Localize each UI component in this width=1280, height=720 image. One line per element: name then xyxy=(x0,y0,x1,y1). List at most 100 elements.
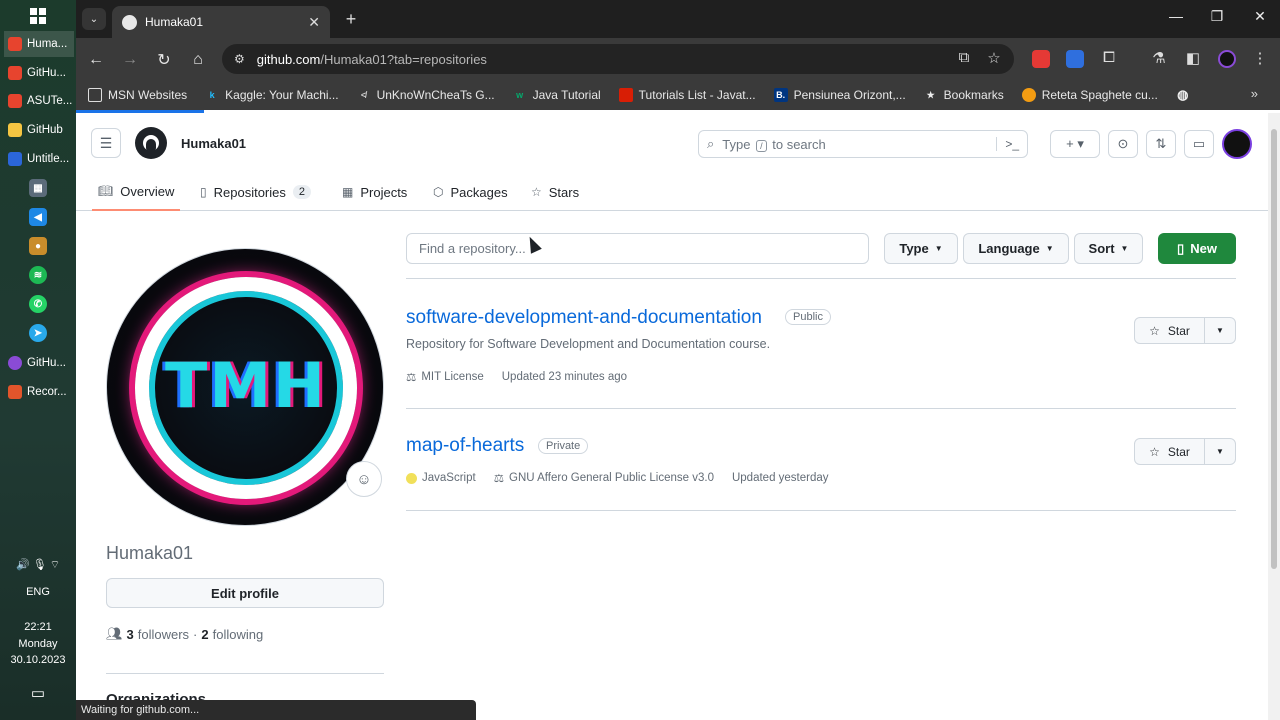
browser-tab[interactable]: Humaka01 ✕ xyxy=(112,6,330,38)
calculator-icon[interactable]: ▦ xyxy=(29,179,47,197)
forward-button[interactable]: → xyxy=(119,49,141,71)
reload-button[interactable]: ↻ xyxy=(153,49,175,71)
repo-name-link[interactable]: software-development-and-documentation xyxy=(406,307,762,329)
tab-label: Repositories xyxy=(213,184,286,200)
scrollbar-thumb[interactable] xyxy=(1271,129,1277,569)
profile-avatar-image[interactable]: TMH xyxy=(106,248,384,526)
clock-time[interactable]: 22:21 xyxy=(0,621,76,633)
package-icon: ⬡ xyxy=(433,185,444,199)
tab-stars[interactable]: ☆ Stars xyxy=(531,173,579,211)
tab-overview[interactable]: 📖︎ Overview xyxy=(92,173,181,211)
taskbar-item-recorder[interactable]: Recor... xyxy=(4,379,74,405)
star-label: Star xyxy=(1167,323,1190,338)
profile-username: Humaka01 xyxy=(106,543,194,563)
set-status-smiley-icon[interactable]: ☺ xyxy=(346,461,382,497)
language-filter-button[interactable]: Language ▼ xyxy=(963,233,1069,264)
taskbar-item-github-folder[interactable]: GitHub xyxy=(4,117,74,143)
find-repository-input[interactable]: Find a repository... xyxy=(406,233,869,264)
taskbar-item-github-desktop[interactable]: GitHu... xyxy=(4,350,74,376)
bookmark-bookmarks[interactable]: ★ Bookmarks xyxy=(924,88,1004,102)
bookmark-java-tutorial[interactable]: w Java Tutorial xyxy=(513,88,601,102)
labs-flask-icon[interactable]: ⚗ xyxy=(1149,49,1169,67)
site-info-icon[interactable]: ⚙ xyxy=(234,52,245,66)
command-palette-icon[interactable]: >_ xyxy=(996,137,1019,151)
followers-count[interactable]: 3 xyxy=(127,627,134,642)
tab-projects[interactable]: ▦ Projects xyxy=(342,173,407,211)
bookmarks-overflow-icon[interactable]: » xyxy=(1251,86,1258,101)
new-tab-button[interactable]: + xyxy=(340,8,362,30)
vscode-icon[interactable]: ◀ xyxy=(29,208,47,226)
github-logo-icon[interactable] xyxy=(135,127,167,159)
taskbar-item-asutech[interactable]: ASUTe... xyxy=(4,88,74,114)
tab-repositories[interactable]: ▯ Repositories 2 xyxy=(200,173,311,211)
bookmark-unknowncheats[interactable]: ≮ UnKnoWnCheaTs G... xyxy=(357,88,495,102)
inbox-icon[interactable]: ▭ xyxy=(1184,130,1214,158)
github-page: ☰ Humaka01 ⌕ Type / to search >_ + ▾ ⊙ ⇅… xyxy=(76,113,1268,720)
people-icon: 👥︎ xyxy=(106,626,123,641)
side-panel-icon[interactable]: ◧ xyxy=(1183,49,1203,67)
create-new-button[interactable]: + ▾ xyxy=(1050,130,1100,158)
following-link[interactable]: following xyxy=(213,627,264,642)
bookmark-reteta[interactable]: Reteta Spaghete cu... xyxy=(1021,88,1158,102)
language-indicator[interactable]: ENG xyxy=(0,586,76,598)
hamburger-menu-icon[interactable]: ☰ xyxy=(91,128,121,158)
star-button[interactable]: ☆ Star xyxy=(1135,318,1205,343)
following-count[interactable]: 2 xyxy=(201,627,208,642)
bookmark-pensiunea[interactable]: B. Pensiunea Orizont,... xyxy=(773,88,906,102)
extension-adblock-icon[interactable] xyxy=(1032,50,1050,68)
repo-name-link[interactable]: map-of-hearts xyxy=(406,435,524,457)
back-button[interactable]: ← xyxy=(85,49,107,71)
tab-label: Projects xyxy=(360,184,408,200)
spotify-icon[interactable]: ≋ xyxy=(29,266,47,284)
type-filter-button[interactable]: Type ▼ xyxy=(884,233,958,264)
user-avatar[interactable] xyxy=(1222,129,1252,159)
new-repository-button[interactable]: ▯ New xyxy=(1158,233,1236,264)
issues-icon[interactable]: ⊙ xyxy=(1108,130,1138,158)
maximize-button[interactable]: ❐ xyxy=(1207,8,1227,25)
minimize-button[interactable]: — xyxy=(1166,8,1186,24)
menu-kebab-icon[interactable]: ⋮ xyxy=(1250,49,1270,67)
chrome-icon xyxy=(8,66,22,80)
filter-label: Language xyxy=(978,241,1040,256)
sort-filter-button[interactable]: Sort ▼ xyxy=(1074,233,1143,264)
avatar-logo-text: TMH xyxy=(165,349,327,422)
pull-requests-icon[interactable]: ⇅ xyxy=(1146,130,1176,158)
address-bar[interactable]: ⚙ github.com/Humaka01?tab=repositories xyxy=(222,44,1014,74)
close-window-button[interactable]: ✕ xyxy=(1250,8,1270,25)
home-button[interactable]: ⌂ xyxy=(187,49,209,71)
bookmark-star-icon[interactable]: ☆ xyxy=(984,49,1004,67)
page-scrollbar[interactable] xyxy=(1268,113,1280,720)
star-list-dropdown[interactable]: ▼ xyxy=(1205,318,1235,343)
followers-link[interactable]: followers xyxy=(138,627,189,642)
notifications-icon[interactable]: ▭ xyxy=(0,684,76,702)
visibility-badge: Private xyxy=(538,438,589,454)
telegram-icon[interactable]: ➤ xyxy=(29,324,47,342)
extension-translate-icon[interactable] xyxy=(1066,50,1084,68)
bookmark-msn[interactable]: MSN Websites xyxy=(88,88,187,102)
taskbar-item-untitled[interactable]: Untitle... xyxy=(4,146,74,172)
taskbar-item-humaka[interactable]: Huma... xyxy=(4,31,74,57)
windows-start-icon[interactable] xyxy=(30,8,46,24)
recipe-icon xyxy=(1021,88,1036,102)
star-button[interactable]: ☆ Star xyxy=(1135,439,1205,464)
tab-packages[interactable]: ⬡ Packages xyxy=(433,173,508,211)
bookmark-label: Tutorials List - Javat... xyxy=(638,88,756,102)
tray-icons[interactable]: 🔊 🎙 ⌔ xyxy=(0,558,76,572)
profile-avatar-icon[interactable] xyxy=(1218,50,1236,68)
close-tab-icon[interactable]: ✕ xyxy=(308,14,320,31)
tab-search-button[interactable]: ⌄ xyxy=(82,8,106,30)
star-list-dropdown[interactable]: ▼ xyxy=(1205,439,1235,464)
bookmark-javatpoint[interactable]: Tutorials List - Javat... xyxy=(618,88,756,102)
whatsapp-icon[interactable]: ✆ xyxy=(29,295,47,313)
edit-profile-button[interactable]: Edit profile xyxy=(106,578,384,608)
install-app-icon[interactable]: ⧉ xyxy=(954,49,974,66)
bookmark-kaggle[interactable]: k Kaggle: Your Machi... xyxy=(205,88,339,102)
header-username[interactable]: Humaka01 xyxy=(181,136,246,151)
extensions-puzzle-icon[interactable]: ⧠ xyxy=(1099,49,1119,66)
w3-icon: w xyxy=(516,90,524,100)
paint-icon[interactable]: ● xyxy=(29,237,47,255)
bookmark-globe[interactable]: ◍ xyxy=(1176,87,1190,102)
global-search-input[interactable]: ⌕ Type / to search >_ xyxy=(698,130,1028,158)
taskbar-item-github[interactable]: GitHu... xyxy=(4,60,74,86)
law-scale-icon: ⚖ xyxy=(493,473,504,485)
